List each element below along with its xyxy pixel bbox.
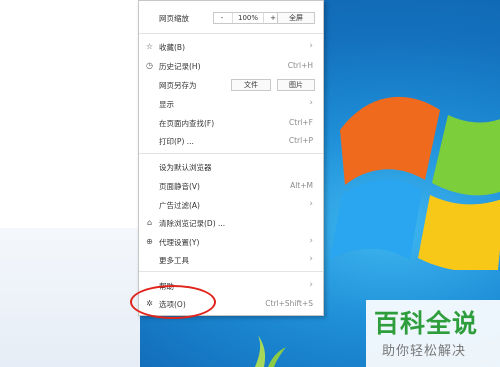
globe-icon: ⊕ — [146, 237, 153, 246]
menu-item-save-as: 网页另存为 文件 图片 — [139, 76, 323, 94]
watermark-title: 百科全说 — [374, 309, 479, 338]
menu-item-ad-filter[interactable]: 广告过滤(A) › — [139, 196, 323, 214]
zoom-value: 100% — [232, 13, 264, 23]
chevron-right-icon: › — [309, 236, 313, 246]
menu-item-label: 在页面内查找(F) — [159, 119, 215, 128]
zoom-control: - 100% + — [213, 12, 283, 24]
menu-item-label: 打印(P) ... — [159, 137, 194, 146]
menu-item-label: 网页另存为 — [159, 81, 197, 90]
chevron-right-icon: › — [309, 280, 313, 290]
menu-item-label: 清除浏览记录(D) ... — [159, 219, 226, 228]
star-icon: ☆ — [145, 42, 154, 51]
menu-separator — [139, 33, 323, 34]
browser-page-area — [0, 0, 140, 229]
menu-item-clear-history[interactable]: ⌂ 清除浏览记录(D) ... — [139, 214, 323, 232]
menu-item-default-browser[interactable]: 设为默认浏览器 — [139, 158, 323, 176]
menu-item-zoom: 网页缩放 - 100% + 全屏 — [139, 9, 323, 27]
menu-item-label: 显示 — [159, 100, 174, 109]
chevron-right-icon: › — [309, 41, 313, 51]
menu-item-label: 历史记录(H) — [159, 62, 201, 71]
zoom-label: 网页缩放 — [159, 14, 189, 23]
menu-item-label: 代理设置(Y) — [159, 238, 200, 247]
menu-separator — [139, 271, 323, 272]
menu-item-history[interactable]: ◷ 历史记录(H) Ctrl+H — [139, 57, 323, 75]
chevron-right-icon: › — [309, 254, 313, 264]
save-image-button[interactable]: 图片 — [277, 79, 315, 91]
menu-item-print[interactable]: 打印(P) ... Ctrl+P — [139, 132, 323, 150]
menu-item-proxy[interactable]: ⊕ 代理设置(Y) › — [139, 233, 323, 251]
highlight-ellipse — [130, 285, 216, 319]
grass-decoration — [255, 335, 286, 367]
fullscreen-button[interactable]: 全屏 — [277, 12, 315, 24]
menu-item-display[interactable]: 显示 › — [139, 95, 323, 113]
broom-icon: ⌂ — [146, 218, 153, 227]
zoom-out-button[interactable]: - — [214, 13, 230, 23]
shortcut-label: Ctrl+Shift+S — [265, 299, 313, 308]
watermark: 百科全说 助你轻松解决 — [366, 300, 500, 367]
shortcut-label: Alt+M — [290, 181, 313, 190]
chevron-right-icon: › — [309, 199, 313, 209]
menu-item-favorites[interactable]: ☆ 收藏(B) › — [139, 38, 323, 56]
chevron-right-icon: › — [309, 98, 313, 108]
browser-page-lower-area — [0, 228, 140, 367]
menu-item-label: 广告过滤(A) — [159, 201, 200, 210]
menu-item-label: 收藏(B) — [159, 43, 185, 52]
watermark-subtitle: 助你轻松解决 — [382, 344, 467, 359]
browser-main-menu: 网页缩放 - 100% + 全屏 ☆ 收藏(B) › ◷ 历史记录(H) Ctr… — [138, 0, 324, 316]
shortcut-label: Ctrl+F — [289, 118, 313, 127]
menu-item-find[interactable]: 在页面内查找(F) Ctrl+F — [139, 114, 323, 132]
menu-separator — [139, 153, 323, 154]
menu-item-label: 设为默认浏览器 — [159, 163, 212, 172]
menu-item-label: 页面静音(V) — [159, 182, 200, 191]
save-file-button[interactable]: 文件 — [231, 79, 271, 91]
shortcut-label: Ctrl+H — [287, 61, 313, 70]
shortcut-label: Ctrl+P — [288, 136, 313, 145]
menu-item-mute[interactable]: 页面静音(V) Alt+M — [139, 177, 323, 195]
windows-logo — [330, 96, 500, 270]
clock-icon: ◷ — [146, 61, 153, 70]
menu-item-more-tools[interactable]: 更多工具 › — [139, 251, 323, 269]
menu-item-label: 更多工具 — [159, 256, 189, 265]
